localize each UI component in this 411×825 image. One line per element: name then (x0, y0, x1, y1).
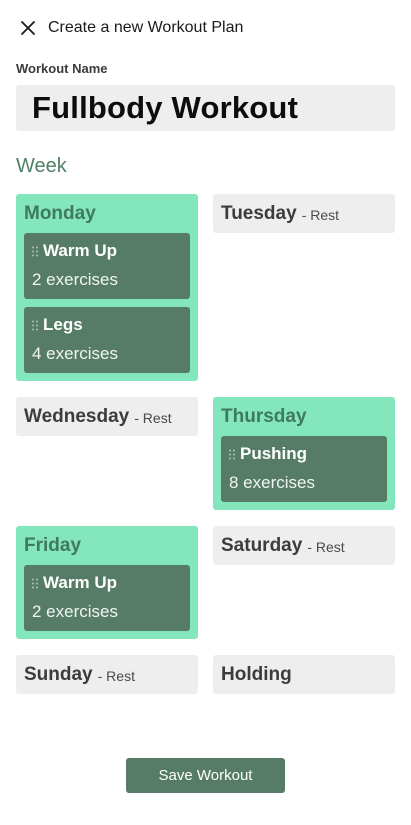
block-name: Warm Up (43, 573, 117, 592)
rest-tag: - Rest (97, 668, 135, 684)
day-card-wednesday[interactable]: Wednesday - Rest (16, 397, 198, 436)
day-card-sunday[interactable]: Sunday - Rest (16, 655, 198, 694)
drag-handle-icon[interactable] (32, 578, 43, 589)
holding-label: Holding (221, 663, 292, 685)
day-name: Thursday (221, 405, 307, 427)
day-card-saturday[interactable]: Saturday - Rest (213, 526, 395, 565)
day-card-monday[interactable]: Monday Warm Up 2 exercises Legs 4 exerci… (16, 194, 198, 381)
workout-block[interactable]: Legs 4 exercises (24, 307, 190, 373)
rest-tag: - Rest (307, 539, 345, 555)
page-title: Create a new Workout Plan (48, 19, 244, 36)
rest-tag: - Rest (134, 410, 172, 426)
day-name: Sunday (24, 663, 93, 685)
block-name: Legs (43, 315, 83, 334)
rest-tag: - Rest (301, 207, 340, 223)
exercise-count: 2 exercises (32, 602, 118, 621)
holding-area[interactable]: Holding (213, 655, 395, 694)
block-name: Pushing (240, 444, 308, 463)
workout-name-value: Fullbody Workout (32, 90, 299, 125)
drag-handle-icon[interactable] (32, 246, 43, 257)
exercise-count: 8 exercises (229, 473, 315, 492)
workout-name-field[interactable]: Fullbody Workout (16, 85, 395, 131)
exercise-count: 4 exercises (32, 344, 118, 363)
workout-block[interactable]: Warm Up 2 exercises (24, 565, 190, 631)
workout-block[interactable]: Warm Up 2 exercises (24, 233, 190, 299)
day-card-tuesday[interactable]: Tuesday - Rest (213, 194, 395, 233)
drag-handle-icon[interactable] (229, 449, 240, 460)
workout-name-label: Workout Name (16, 61, 108, 76)
save-workout-button[interactable]: Save Workout (126, 758, 285, 793)
week-heading: Week (16, 155, 67, 177)
exercise-count: 2 exercises (32, 270, 118, 289)
day-name: Friday (24, 534, 82, 556)
block-name: Warm Up (43, 241, 117, 260)
day-name: Monday (24, 202, 96, 224)
close-icon[interactable] (16, 16, 40, 40)
day-name: Wednesday (24, 405, 130, 427)
day-name: Tuesday (221, 202, 297, 224)
workout-block[interactable]: Pushing 8 exercises (221, 436, 387, 502)
header: Create a new Workout Plan (16, 16, 395, 40)
day-card-thursday[interactable]: Thursday Pushing 8 exercises (213, 397, 395, 510)
drag-handle-icon[interactable] (32, 320, 43, 331)
day-card-friday[interactable]: Friday Warm Up 2 exercises (16, 526, 198, 639)
day-name: Saturday (221, 534, 303, 556)
